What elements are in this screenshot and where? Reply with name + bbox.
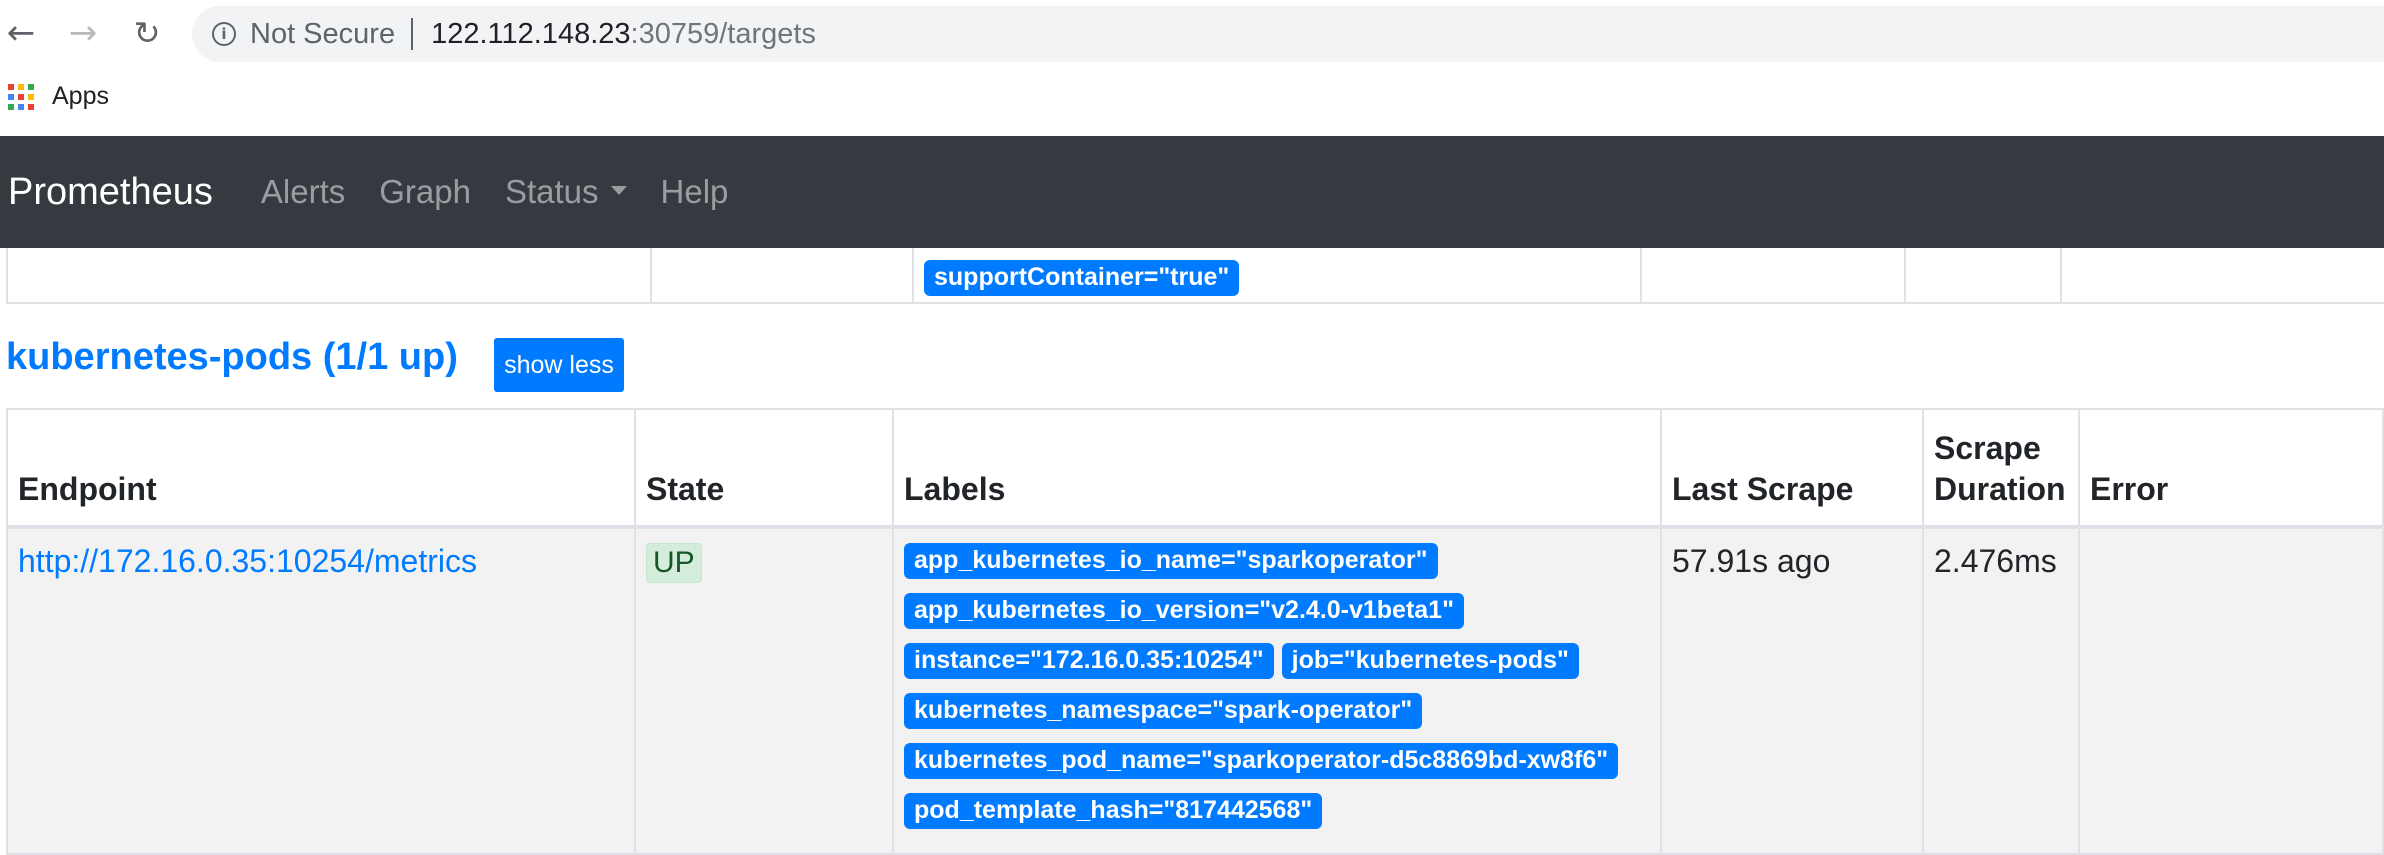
not-secure-label: Not Secure [250,17,396,50]
apps-grid-icon[interactable] [8,84,34,110]
endpoint-cell: http://172.16.0.35:10254/metrics [6,526,636,855]
nav-graph[interactable]: Graph [379,173,471,211]
brand-link[interactable]: Prometheus [8,171,213,214]
url-text[interactable]: 122.112.148.23:30759/targets [431,18,816,51]
browser-toolbar: ← → ↻ i Not Secure 122.112.148.23:30759/… [0,0,2384,66]
table-cell-border [912,248,914,302]
error-cell [2078,526,2384,855]
table-header-row: Endpoint State Labels Last Scrape Scrape… [6,408,2384,529]
nav-help[interactable]: Help [661,173,729,211]
labels-list: app_kubernetes_io_name="sparkoperator" a… [904,543,1664,843]
nav-alerts[interactable]: Alerts [261,173,345,211]
header-endpoint: Endpoint [6,408,636,529]
nav-status-dropdown[interactable]: Status [505,173,627,211]
label-badge: pod_template_hash="817442568" [904,793,1323,829]
labels-cell: app_kubernetes_io_name="sparkoperator" a… [892,526,1664,855]
state-cell: UP [634,526,894,855]
apps-bookmark[interactable]: Apps [52,82,109,111]
bookmarks-bar [0,66,2384,136]
url-host: 122.112.148.23 [431,17,631,50]
table-cell-border [650,248,652,302]
label-badge: job="kubernetes-pods" [1281,643,1579,679]
info-icon[interactable]: i [212,22,236,46]
back-arrow-icon[interactable]: ← [2,14,40,52]
caret-down-icon [610,185,627,195]
table-cell-border [2060,248,2062,302]
show-less-button[interactable]: show less [494,338,624,392]
table-cell-border [1640,248,1642,302]
label-badge: kubernetes_namespace="spark-operator" [904,693,1423,729]
header-scrape-duration-line1: Scrape [1934,429,2041,466]
label-badge: app_kubernetes_io_version="v2.4.0-v1beta… [904,593,1464,629]
address-bar[interactable]: i Not Secure 122.112.148.23:30759/target… [192,6,2384,62]
url-path: :30759/targets [630,17,816,50]
header-error: Error [2078,408,2384,529]
header-scrape-duration-line2: Duration [1934,471,2066,508]
header-labels: Labels [892,408,1662,529]
omnibox-divider [411,18,414,50]
job-section-title[interactable]: kubernetes-pods (1/1 up) [6,336,458,379]
table-cell-border [6,248,8,302]
label-badge: kubernetes_pod_name="sparkoperator-d5c88… [904,743,1619,779]
label-badge: app_kubernetes_io_name="sparkoperator" [904,543,1438,579]
label-badge: instance="172.16.0.35:10254" [904,643,1274,679]
header-state: State [634,408,894,529]
label-badge: supportContainer="true" [924,260,1240,296]
table-cell-border [1904,248,1906,302]
forward-arrow-icon[interactable]: → [64,14,102,52]
targets-table: Endpoint State Labels Last Scrape Scrape… [6,408,2384,855]
table-row: http://172.16.0.35:10254/metrics UP app_… [6,526,2384,855]
header-last-scrape: Last Scrape [1660,408,1924,529]
state-badge: UP [646,543,702,583]
nav-status-label: Status [504,173,599,210]
reload-icon[interactable]: ↻ [128,14,166,52]
endpoint-link[interactable]: http://172.16.0.35:10254/metrics [18,543,477,579]
header-scrape-duration: Scrape Duration [1922,408,2080,529]
last-scrape-cell: 57.91s ago [1660,526,1924,855]
scrape-duration-cell: 2.476ms [1922,526,2080,855]
prometheus-navbar: Prometheus Alerts Graph Status Help [0,136,2384,248]
